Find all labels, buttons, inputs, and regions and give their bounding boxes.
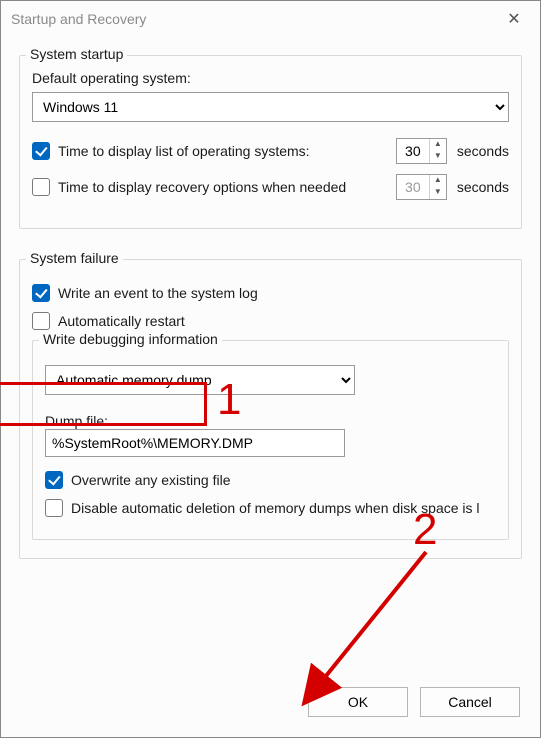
- cancel-button[interactable]: Cancel: [420, 687, 520, 717]
- spinner-buttons[interactable]: ▲ ▼: [429, 139, 446, 163]
- auto-restart-checkbox[interactable]: [32, 312, 50, 330]
- system-failure-group: System failure Write an event to the sys…: [19, 259, 522, 559]
- write-debugging-legend: Write debugging information: [39, 331, 222, 347]
- display-os-list-label: Time to display list of operating system…: [58, 143, 310, 159]
- startup-recovery-dialog: Startup and Recovery ✕ System startup De…: [0, 0, 541, 738]
- default-os-label: Default operating system:: [32, 70, 509, 86]
- dump-file-input[interactable]: [45, 429, 345, 457]
- seconds-unit: seconds: [457, 143, 509, 159]
- dump-file-label: Dump file:: [45, 413, 496, 429]
- auto-restart-label: Automatically restart: [58, 313, 185, 329]
- window-title: Startup and Recovery: [11, 11, 498, 27]
- disable-deletion-label: Disable automatic deletion of memory dum…: [71, 500, 480, 516]
- overwrite-label: Overwrite any existing file: [71, 472, 231, 488]
- spinner-buttons[interactable]: ▲ ▼: [429, 175, 446, 199]
- write-event-checkbox[interactable]: [32, 284, 50, 302]
- display-recovery-label: Time to display recovery options when ne…: [58, 179, 346, 195]
- titlebar: Startup and Recovery ✕: [1, 1, 540, 37]
- system-startup-group: System startup Default operating system:…: [19, 55, 522, 229]
- disable-deletion-checkbox[interactable]: [45, 499, 63, 517]
- display-recovery-checkbox[interactable]: [32, 178, 50, 196]
- seconds-unit: seconds: [457, 179, 509, 195]
- display-os-list-seconds-input[interactable]: [397, 139, 429, 163]
- display-recovery-seconds-spinner[interactable]: ▲ ▼: [396, 174, 447, 200]
- write-debugging-subgroup: Write debugging information Automatic me…: [32, 340, 509, 540]
- display-recovery-seconds-input: [397, 175, 429, 199]
- display-os-list-checkbox[interactable]: [32, 142, 50, 160]
- dialog-buttons: OK Cancel: [1, 673, 540, 737]
- debug-info-select[interactable]: Automatic memory dump: [45, 365, 355, 395]
- system-startup-legend: System startup: [26, 46, 127, 62]
- close-icon[interactable]: ✕: [498, 9, 530, 29]
- default-os-select[interactable]: Windows 11: [32, 92, 509, 122]
- dialog-content: System startup Default operating system:…: [1, 37, 540, 673]
- ok-button[interactable]: OK: [308, 687, 408, 717]
- chevron-up-icon[interactable]: ▲: [430, 139, 446, 151]
- display-os-list-seconds-spinner[interactable]: ▲ ▼: [396, 138, 447, 164]
- overwrite-checkbox[interactable]: [45, 471, 63, 489]
- write-event-label: Write an event to the system log: [58, 285, 258, 301]
- system-failure-legend: System failure: [26, 250, 123, 266]
- chevron-up-icon[interactable]: ▲: [430, 175, 446, 187]
- chevron-down-icon[interactable]: ▼: [430, 187, 446, 199]
- chevron-down-icon[interactable]: ▼: [430, 151, 446, 163]
